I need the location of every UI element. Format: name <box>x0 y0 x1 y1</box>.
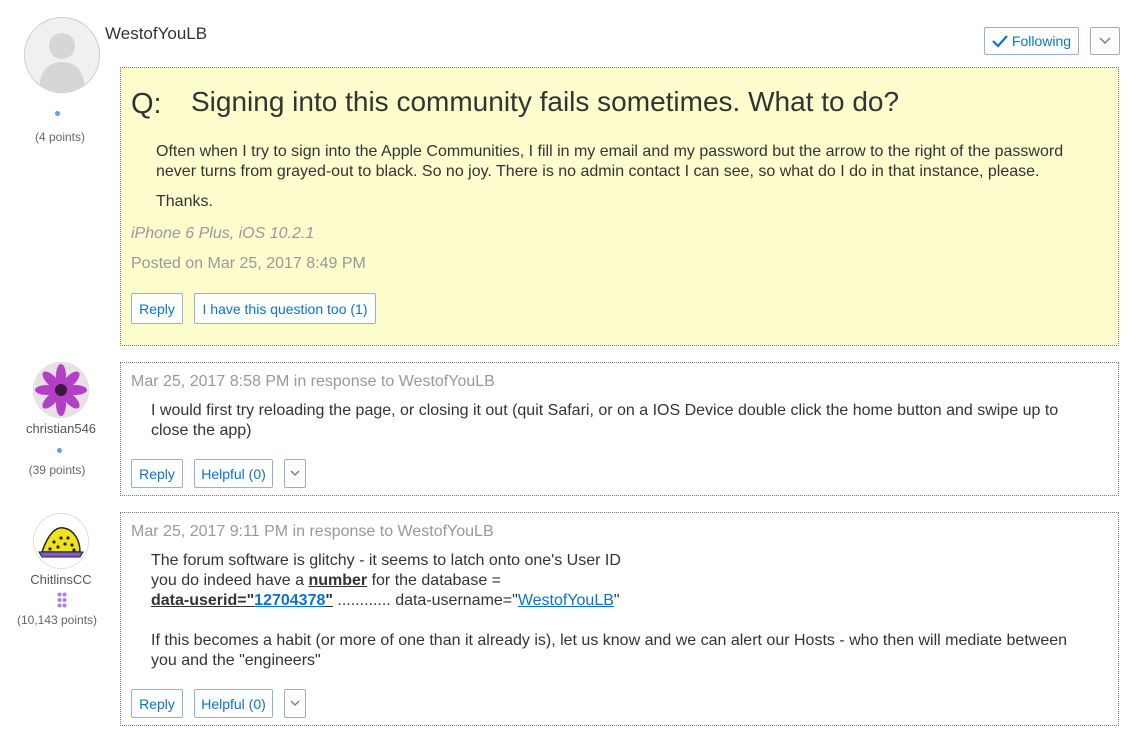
reply-text: " <box>613 592 620 609</box>
helpful-button[interactable]: Helpful (0) <box>194 689 273 718</box>
chitlinscc-avatar[interactable] <box>33 513 89 569</box>
reply-box: Mar 25, 2017 9:11 PM in response to West… <box>120 512 1119 726</box>
reply-button[interactable]: Reply <box>131 689 183 718</box>
author-points: (4 points) <box>34 130 86 144</box>
level-dots-icon <box>57 592 67 608</box>
reply-line: If this becomes a habit (or more of one … <box>151 632 1068 669</box>
more-options-button[interactable] <box>1090 27 1120 55</box>
reply-button[interactable]: Reply <box>131 459 183 488</box>
reply-button[interactable]: Reply <box>131 293 183 324</box>
default-user-icon <box>25 18 99 92</box>
in-response-label: in response to <box>293 373 395 390</box>
userid-key: data-userid=" <box>151 592 255 609</box>
reply-date: Mar 25, 2017 8:58 PM <box>131 373 290 390</box>
chevron-down-icon <box>1099 37 1111 44</box>
in-response-user[interactable]: WestofYouLB <box>399 373 495 390</box>
question-box: Q: Signing into this community fails som… <box>120 67 1119 346</box>
following-label: Following <box>1011 33 1072 49</box>
chevron-down-icon <box>290 700 300 706</box>
question-title: Signing into this community fails someti… <box>191 86 900 117</box>
username-link[interactable]: WestofYouLB <box>518 592 614 609</box>
reply-meta: Mar 25, 2017 8:58 PM in response to West… <box>131 373 495 391</box>
reply-author-name[interactable]: christian546 <box>15 421 107 436</box>
reply-text: ............ data-username=" <box>332 592 518 609</box>
reply-box: Mar 25, 2017 8:58 PM in response to West… <box>120 362 1119 496</box>
reply-body: I would first try reloading the page, or… <box>151 402 1059 439</box>
following-button[interactable]: Following <box>984 27 1079 55</box>
in-response-user[interactable]: WestofYouLB <box>398 523 494 540</box>
author-avatar[interactable] <box>24 17 100 93</box>
checkmark-icon <box>992 35 1008 48</box>
reply-options-button[interactable] <box>284 689 306 718</box>
reply-author-name[interactable]: ChitlinsCC <box>15 572 107 587</box>
reply-text: for the database = <box>367 572 502 589</box>
question-marker: Q: <box>131 88 162 120</box>
rank-dot-icon <box>55 111 60 116</box>
me-too-button[interactable]: I have this question too (1) <box>194 293 376 324</box>
emphasis-text: number <box>308 572 368 589</box>
chevron-down-icon <box>290 470 300 476</box>
device-info: iPhone 6 Plus, iOS 10.2.1 <box>131 225 315 242</box>
question-paragraph: Thanks. <box>156 193 213 210</box>
in-response-label: in response to <box>292 523 394 540</box>
flower-avatar-icon <box>34 363 88 417</box>
reply-body: The forum software is glitchy - it seems… <box>151 551 1091 671</box>
reply-date: Mar 25, 2017 9:11 PM <box>131 523 289 540</box>
reply-text: you do indeed have a <box>151 572 309 589</box>
question-paragraph: Often when I try to sign into the Apple … <box>156 143 1064 180</box>
author-name[interactable]: WestofYouLB <box>105 24 207 44</box>
question-body: Often when I try to sign into the Apple … <box>156 142 1086 222</box>
posted-date: Posted on Mar 25, 2017 8:49 PM <box>131 255 366 272</box>
reply-line: The forum software is glitchy - it seems… <box>151 552 621 569</box>
userid-link[interactable]: 12704378 <box>254 592 325 609</box>
reply-author-points: (39 points) <box>28 463 86 477</box>
rank-dot-icon <box>57 448 62 453</box>
reply-line: data-userid="12704378" ............ data… <box>151 591 1091 611</box>
reply-author-points: (10,143 points) <box>16 613 98 627</box>
reply-meta: Mar 25, 2017 9:11 PM in response to West… <box>131 523 494 541</box>
helpful-button[interactable]: Helpful (0) <box>194 459 273 488</box>
hat-avatar-icon <box>34 514 88 568</box>
christian546-avatar[interactable] <box>33 362 89 418</box>
userid-close: " <box>325 592 333 609</box>
reply-line: you do indeed have a number for the data… <box>151 571 1091 591</box>
reply-options-button[interactable] <box>284 459 306 488</box>
